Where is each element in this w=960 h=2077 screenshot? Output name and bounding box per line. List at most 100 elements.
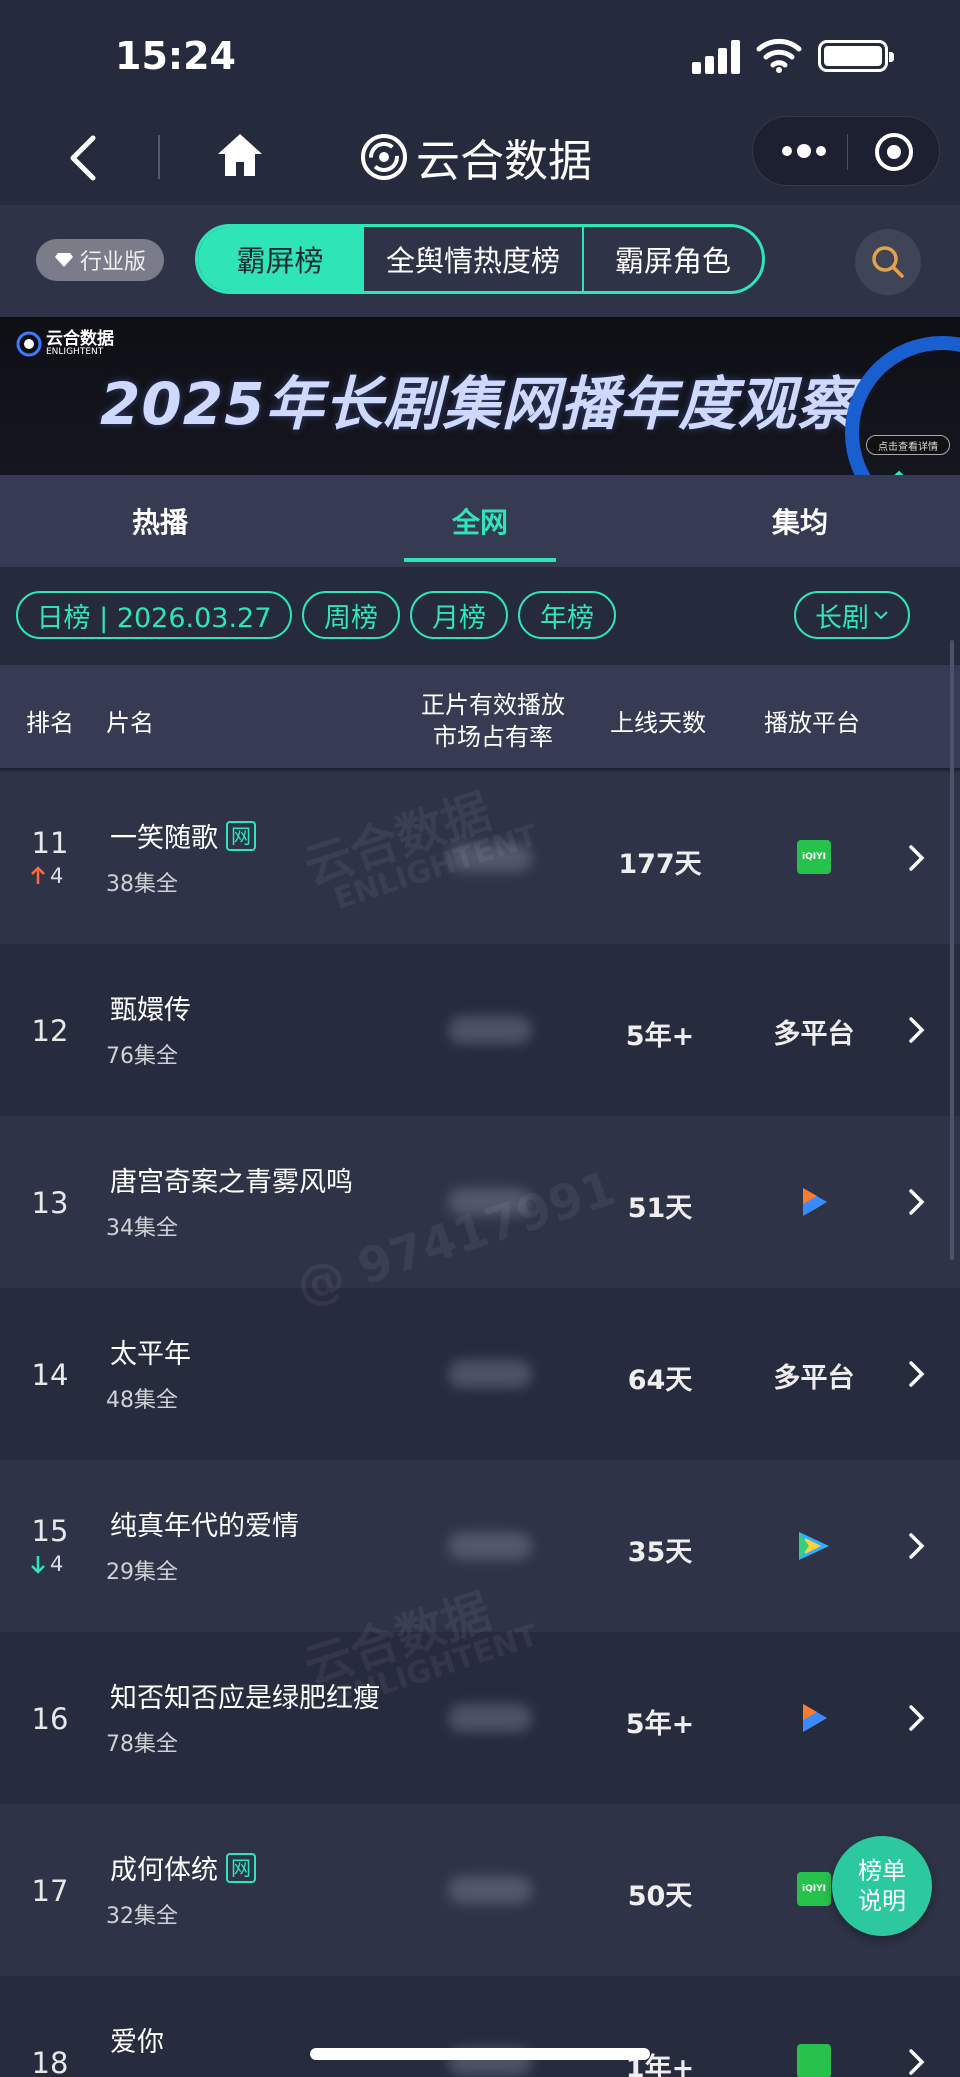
online-days: 5年+ [625,1709,695,1740]
header-name: 片名 [106,709,154,737]
industry-edition-button[interactable]: 行业版 [36,239,164,281]
brand-logo-icon [361,134,407,180]
chevron-right-icon[interactable] [906,844,926,872]
chip-weekly[interactable]: 周榜 [302,591,400,639]
drama-title-text: 成何体统 [110,1855,218,1886]
online-days: 177天 [618,849,702,880]
drama-title-text: 甄嬛传 [110,995,191,1026]
banner-logo-icon [16,331,42,357]
market-share-blurred [448,844,532,872]
rank-number: 13 [31,1186,69,1220]
platform-text: 多平台 [773,1363,855,1394]
market-share-blurred [448,1360,532,1388]
table-header: 排名 片名 正片有效播放 市场占有率 上线天数 播放平台 [0,665,960,770]
youku-icon [803,1188,827,1216]
episode-count: 29集全 [106,1560,178,1585]
more-icon[interactable] [779,139,829,163]
chevron-right-icon[interactable] [906,1360,926,1388]
online-days: 64天 [627,1365,693,1396]
market-share-blurred [448,1704,532,1732]
iqiyi-icon [797,2044,831,2077]
table-row[interactable]: 18 爱你 1年+ [0,1976,960,2077]
chevron-right-icon[interactable] [906,1016,926,1044]
miniapp-capsule [752,116,940,186]
platform: 多平台 [764,1012,864,1051]
banner-cta[interactable]: 点击查看详情 [866,435,950,455]
segment-public-opinion[interactable]: 全舆情热度榜 [364,227,584,291]
episode-count: 38集全 [106,872,178,897]
drama-title: 纯真年代的爱情 [110,1504,299,1543]
drama-title-text: 纯真年代的爱情 [110,1511,299,1542]
ranking-explanation-button[interactable]: 榜单 说明 [832,1836,932,1936]
episode-count: 34集全 [106,1216,178,1241]
table-row[interactable]: 17 成何体统网 32集全 50天 iQIYI [0,1804,960,1976]
segment-screen-domination[interactable]: 霸屏榜 [198,227,364,291]
chip-yearly[interactable]: 年榜 [518,591,616,639]
tab-per-episode[interactable]: 集均 [680,475,920,567]
table-row[interactable]: 15 4 纯真年代的爱情 29集全 35天 [0,1460,960,1632]
drama-title: 甄嬛传 [110,988,191,1027]
table-row[interactable]: 13 唐宫奇案之青雾风鸣 34集全 51天 [0,1116,960,1288]
chip-daily[interactable]: 日榜 | 2026.03.27 [16,591,292,639]
drama-title: 爱你 [110,2020,164,2059]
chevron-right-icon[interactable] [906,2048,926,2076]
status-bar: 15:24 [0,0,960,110]
online-days: 5年+ [625,1021,695,1052]
close-miniapp-icon[interactable] [873,131,915,173]
online-days: 35天 [627,1537,693,1568]
scrollbar[interactable] [950,640,954,1260]
market-share-blurred [448,1188,532,1216]
chip-monthly[interactable]: 月榜 [410,591,508,639]
chevron-right-icon[interactable] [906,1704,926,1732]
banner-logo-cn: 云合数据 [46,329,114,349]
chevron-right-icon[interactable] [906,1188,926,1216]
youku-icon [803,1704,827,1732]
brand-name: 云合数据 [416,136,592,187]
home-icon[interactable] [216,130,264,180]
rank-change-value: 4 [50,864,64,888]
tab-hot[interactable]: 热播 [40,475,280,567]
battery-icon [818,40,894,72]
chevron-down-icon [874,611,888,620]
banner-title: 2025年长剧集网播年度观察 [100,370,856,438]
home-indicator[interactable] [310,2048,650,2060]
table-row[interactable]: 14 太平年 48集全 64天 多平台 [0,1288,960,1460]
drama-title-text: 爱你 [110,2027,164,2058]
table-row[interactable]: 11 4 一笑随歌网 38集全 177天 iQIYI [0,772,960,944]
search-button[interactable] [855,229,921,295]
chevron-right-icon[interactable] [906,1532,926,1560]
promo-banner[interactable]: 云合数据 ENLIGHTENT 2025年长剧集网播年度观察 点击查看详情 [0,317,960,475]
header-platform: 播放平台 [764,709,860,737]
episode-count: 32集全 [106,1904,178,1929]
header-share-line2: 市场占有率 [433,723,553,751]
drama-title: 成何体统网 [110,1848,256,1887]
tab-all-network[interactable]: 全网 [360,475,600,567]
platform [764,1700,864,1736]
rank-change-value: 4 [50,1552,64,1576]
rank-number: 15 [31,1514,69,1548]
nav-divider [158,135,160,179]
market-share-blurred [448,1876,532,1904]
scope-tabs: 热播 全网 集均 [0,475,960,567]
market-share-blurred [448,1016,532,1044]
filter-bar: 行业版 霸屏榜 全舆情热度榜 霸屏角色 [0,205,960,317]
rank-down-arrow-icon [31,1556,45,1574]
table-row[interactable]: 16 知否知否应是绿肥红瘦 78集全 5年+ [0,1632,960,1804]
category-dropdown[interactable]: 长剧 [794,591,910,639]
fab-line1: 榜单 [858,1857,906,1885]
segment-top-roles[interactable]: 霸屏角色 [584,227,762,291]
period-chips: 日榜 | 2026.03.27 周榜 月榜 年榜 长剧 [0,567,960,665]
online-days: 50天 [627,1881,693,1912]
table-row[interactable]: 12 甄嬛传 76集全 5年+ 多平台 [0,944,960,1116]
search-icon [872,246,904,278]
active-tab-indicator [404,558,556,562]
drama-title-text: 知否知否应是绿肥红瘦 [110,1683,380,1714]
header-days: 上线天数 [610,709,706,737]
iqiyi-icon: iQIYI [797,1872,831,1906]
status-time: 15:24 [115,34,236,78]
back-icon[interactable] [65,134,105,182]
platform: iQIYI [764,840,864,874]
rank-change: 4 [30,864,78,888]
rank-number: 11 [31,826,69,860]
drama-title: 太平年 [110,1332,191,1371]
